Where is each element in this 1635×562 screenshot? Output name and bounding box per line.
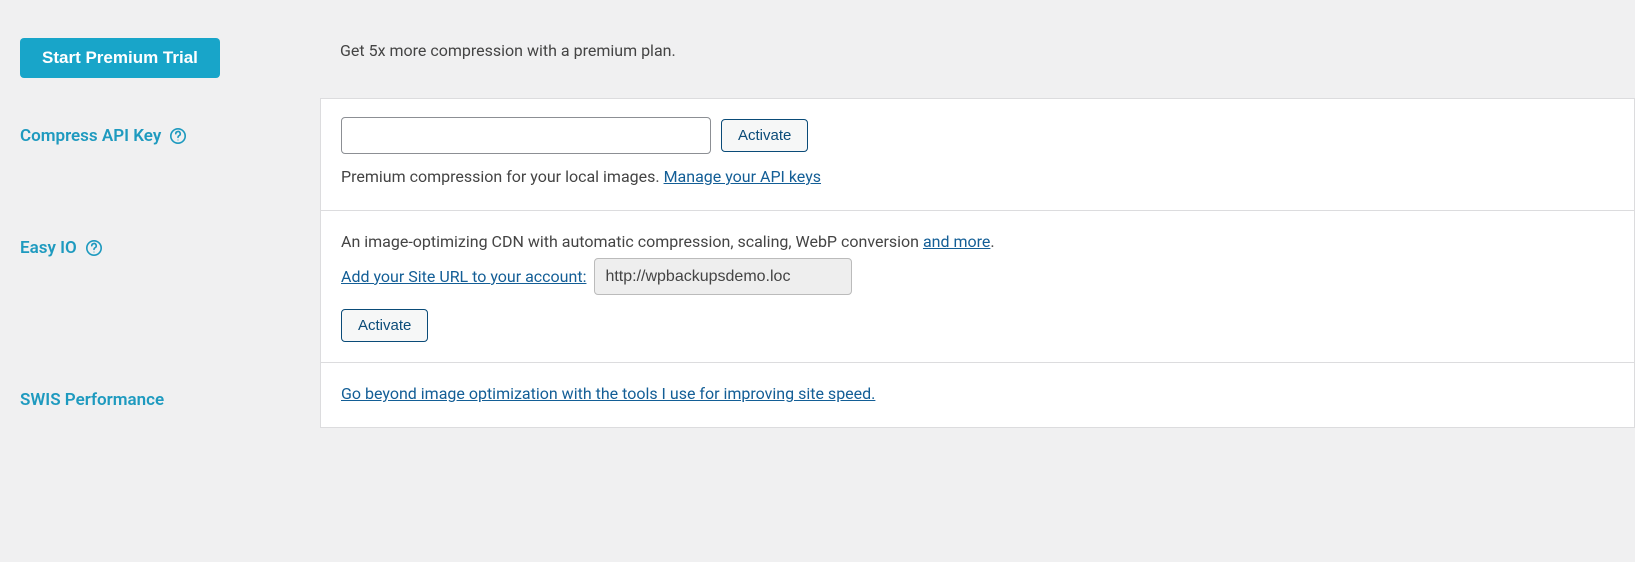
row-premium: Start Premium Trial Get 5x more compress… — [0, 0, 1635, 98]
api-key-label: Compress API Key — [20, 126, 161, 146]
easy-io-desc: An image-optimizing CDN with automatic c… — [341, 229, 1614, 255]
api-key-label-cell: Compress API Key — [0, 98, 320, 166]
swis-link[interactable]: Go beyond image optimization with the to… — [341, 384, 875, 403]
easy-io-period: . — [990, 232, 994, 251]
help-icon[interactable] — [85, 239, 103, 257]
easy-io-label-cell: Easy IO — [0, 210, 320, 278]
site-url-display[interactable] — [594, 258, 852, 295]
easy-io-content: An image-optimizing CDN with automatic c… — [320, 210, 1635, 363]
easy-io-desc-text: An image-optimizing CDN with automatic c… — [341, 232, 923, 251]
easy-io-and-more-link[interactable]: and more — [923, 232, 990, 251]
api-key-description: Premium compression for your local image… — [341, 164, 1614, 190]
manage-api-keys-link[interactable]: Manage your API keys — [664, 167, 821, 186]
easy-io-label: Easy IO — [20, 238, 77, 258]
swis-label-cell: SWIS Performance — [0, 362, 320, 430]
add-site-url-link[interactable]: Add your Site URL to your account: — [341, 264, 586, 290]
api-key-desc-text: Premium compression for your local image… — [341, 167, 664, 186]
row-api-key: Compress API Key Activate Premium compre… — [0, 98, 1635, 210]
easy-io-activate-button[interactable]: Activate — [341, 309, 428, 342]
row-swis: SWIS Performance Go beyond image optimiz… — [0, 362, 1635, 430]
api-key-content: Activate Premium compression for your lo… — [320, 98, 1635, 210]
start-premium-trial-button[interactable]: Start Premium Trial — [20, 38, 220, 78]
settings-table: Start Premium Trial Get 5x more compress… — [0, 0, 1635, 430]
swis-label: SWIS Performance — [20, 390, 164, 410]
premium-description: Get 5x more compression with a premium p… — [340, 41, 676, 60]
api-key-input[interactable] — [341, 117, 711, 154]
swis-content: Go beyond image optimization with the to… — [320, 362, 1635, 428]
easy-io-url-line: Add your Site URL to your account: — [341, 258, 1614, 295]
premium-button-cell: Start Premium Trial — [0, 0, 320, 98]
help-icon[interactable] — [169, 127, 187, 145]
api-key-input-line: Activate — [341, 117, 1614, 154]
api-key-activate-button[interactable]: Activate — [721, 119, 808, 152]
premium-description-cell: Get 5x more compression with a premium p… — [320, 0, 1635, 94]
row-easy-io: Easy IO An image-optimizing CDN with aut… — [0, 210, 1635, 363]
